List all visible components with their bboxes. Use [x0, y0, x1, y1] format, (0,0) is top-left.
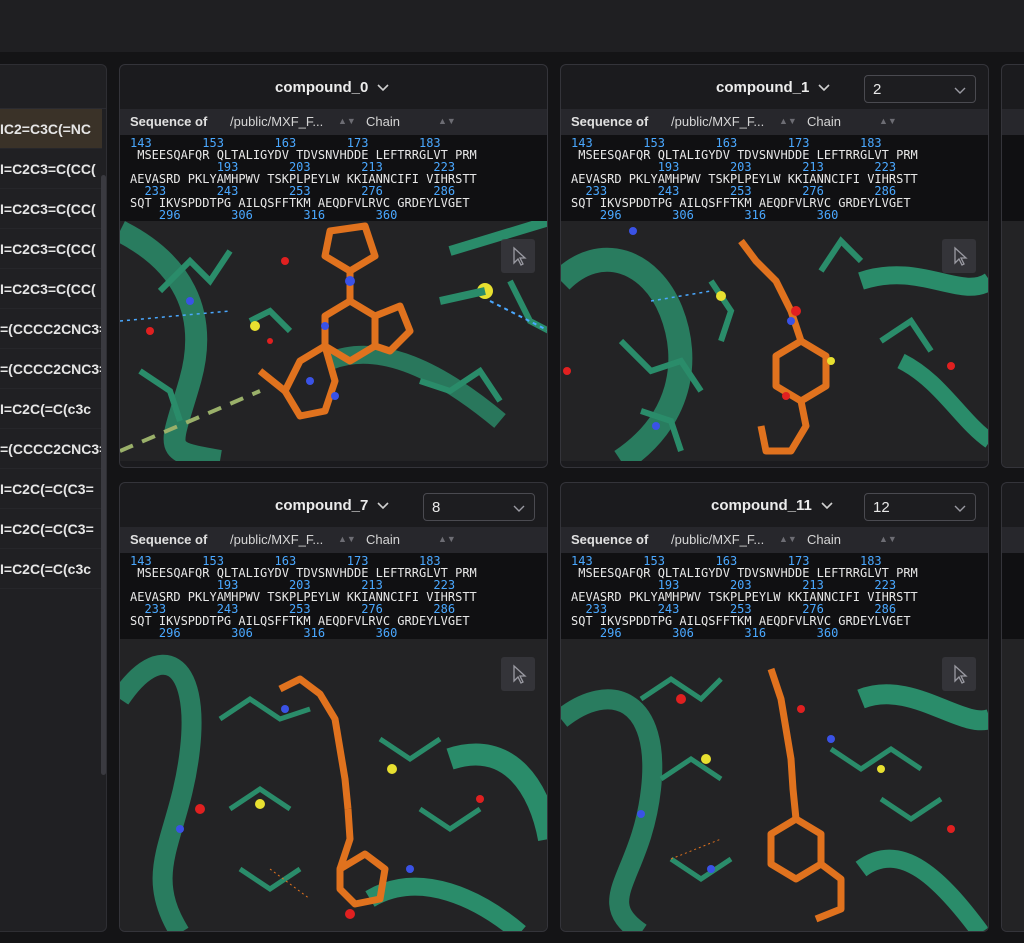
pose-number-value: 8	[432, 499, 441, 516]
chain-column[interactable]: Chain	[366, 532, 400, 547]
smiles-list-header	[0, 65, 106, 109]
sort-icon[interactable]: ▲▼	[779, 534, 797, 544]
molecule-3d-viewer[interactable]	[561, 639, 988, 931]
pose-number-value: 12	[873, 499, 890, 516]
compound-title-dropdown[interactable]: compound_1	[716, 77, 831, 97]
chain-column[interactable]: Chain	[366, 114, 400, 129]
chain-column[interactable]: Chain	[807, 532, 841, 547]
smiles-row[interactable]: =(CCCC2CNC3=	[0, 349, 102, 389]
compound-title: compound_11	[711, 496, 812, 514]
chevron-down-icon	[821, 502, 833, 510]
chevron-down-icon	[954, 505, 966, 512]
structure-path-column[interactable]: /public/MXF_F...	[230, 114, 323, 129]
structure-path-column[interactable]: /public/MXF_F...	[671, 114, 764, 129]
sequence-viewer[interactable]: 143 153 163 173 183 MSEESQAFQR QLTALIGYD…	[120, 553, 547, 639]
cursor-pointer-icon[interactable]	[942, 239, 976, 273]
compound-title-dropdown[interactable]: compound_11	[711, 495, 834, 515]
smiles-list-panel: IC2=C3C(=NC I=C2C3=C(CC( I=C2C3=C(CC( I=…	[0, 64, 107, 932]
smiles-row[interactable]: I=C2C(=C(c3c	[0, 389, 102, 429]
card-header: compound_11 12	[561, 483, 988, 527]
smiles-row[interactable]: =(CCCC2CNC3=	[0, 309, 102, 349]
compound-card: compound_1 2 Sequence of /public/MXF_F..…	[560, 64, 989, 468]
pose-number-value: 2	[873, 81, 882, 98]
sequence-toolbar: Sequence of /public/MXF_F... ▲▼ Chain ▲▼	[120, 109, 547, 135]
compound-card-partial	[1001, 482, 1024, 932]
smiles-row[interactable]: =(CCCC2CNC3=	[0, 429, 102, 469]
sort-icon[interactable]: ▲▼	[338, 534, 356, 544]
sequence-of-label: Sequence of	[130, 532, 208, 547]
sequence-of-label: Sequence of	[571, 532, 649, 547]
compound-card: compound_11 12 Sequence of /public/MXF_F…	[560, 482, 989, 932]
sequence-numbers: 296 306 316 360	[130, 626, 398, 640]
molecule-render	[120, 221, 547, 461]
compound-title-dropdown[interactable]: compound_7	[275, 495, 390, 515]
molecule-render	[120, 654, 547, 931]
chevron-down-icon	[377, 84, 389, 92]
structure-path-column[interactable]: /public/MXF_F...	[671, 532, 764, 547]
cursor-pointer-icon[interactable]	[942, 657, 976, 691]
cursor-pointer-icon[interactable]	[501, 239, 535, 273]
chain-column[interactable]: Chain	[807, 114, 841, 129]
sequence-numbers: 296 306 316 360	[571, 208, 839, 222]
sort-icon[interactable]: ▲▼	[438, 534, 456, 544]
sequence-numbers: 296 306 316 360	[571, 626, 839, 640]
pose-number-select[interactable]: 12	[864, 493, 976, 521]
smiles-row[interactable]: I=C2C(=C(c3c	[0, 549, 102, 589]
smiles-row[interactable]: IC2=C3C(=NC	[0, 109, 102, 149]
compound-title: compound_0	[275, 78, 369, 96]
smiles-row[interactable]: I=C2C(=C(C3=	[0, 469, 102, 509]
sequence-toolbar: Sequence of /public/MXF_F... ▲▼ Chain ▲▼	[561, 109, 988, 135]
molecule-3d-viewer[interactable]	[561, 221, 988, 461]
smiles-row[interactable]: I=C2C3=C(CC(	[0, 149, 102, 189]
compound-card-partial	[1001, 64, 1024, 468]
sequence-toolbar: Sequence of /public/MXF_F... ▲▼ Chain ▲▼	[120, 527, 547, 553]
card-header: compound_7 8	[120, 483, 547, 527]
compound-card: compound_7 8 Sequence of /public/MXF_F..…	[119, 482, 548, 932]
pose-number-select[interactable]: 2	[864, 75, 976, 103]
sort-icon[interactable]: ▲▼	[338, 116, 356, 126]
sequence-viewer[interactable]: 143 153 163 173 183 MSEESQAFQR QLTALIGYD…	[561, 135, 988, 221]
smiles-row[interactable]: I=C2C3=C(CC(	[0, 269, 102, 309]
structure-path-column[interactable]: /public/MXF_F...	[230, 532, 323, 547]
sort-icon[interactable]: ▲▼	[879, 534, 897, 544]
sequence-of-label: Sequence of	[130, 114, 208, 129]
sequence-toolbar: Sequence of /public/MXF_F... ▲▼ Chain ▲▼	[561, 527, 988, 553]
top-bar	[0, 0, 1024, 52]
sort-icon[interactable]: ▲▼	[779, 116, 797, 126]
cursor-pointer-icon[interactable]	[501, 657, 535, 691]
sort-icon[interactable]: ▲▼	[438, 116, 456, 126]
chevron-down-icon	[513, 505, 525, 512]
sort-icon[interactable]: ▲▼	[879, 116, 897, 126]
chevron-down-icon	[377, 502, 389, 510]
compound-card: compound_0 Sequence of /public/MXF_F... …	[119, 64, 548, 468]
sequence-viewer[interactable]: 143 153 163 173 183 MSEESQAFQR QLTALIGYD…	[120, 135, 547, 221]
molecule-3d-viewer[interactable]	[120, 639, 547, 931]
compound-title: compound_7	[275, 496, 369, 514]
smiles-row[interactable]: I=C2C3=C(CC(	[0, 229, 102, 269]
molecule-render	[561, 667, 988, 931]
molecule-3d-viewer[interactable]	[120, 221, 547, 461]
smiles-row[interactable]: I=C2C3=C(CC(	[0, 189, 102, 229]
pose-number-select[interactable]: 8	[423, 493, 535, 521]
card-header: compound_0	[120, 65, 547, 109]
molecule-render	[561, 227, 988, 461]
card-header: compound_1 2	[561, 65, 988, 109]
smiles-list-scrollbar[interactable]	[101, 175, 106, 775]
sequence-viewer[interactable]: 143 153 163 173 183 MSEESQAFQR QLTALIGYD…	[561, 553, 988, 639]
sequence-numbers: 296 306 316 360	[130, 208, 398, 222]
chevron-down-icon	[818, 84, 830, 92]
compound-title-dropdown[interactable]: compound_0	[275, 77, 390, 97]
workspace: IC2=C3C(=NC I=C2C3=C(CC( I=C2C3=C(CC( I=…	[0, 52, 1024, 943]
sequence-of-label: Sequence of	[571, 114, 649, 129]
smiles-row[interactable]: I=C2C(=C(C3=	[0, 509, 102, 549]
chevron-down-icon	[954, 87, 966, 94]
compound-title: compound_1	[716, 78, 810, 96]
